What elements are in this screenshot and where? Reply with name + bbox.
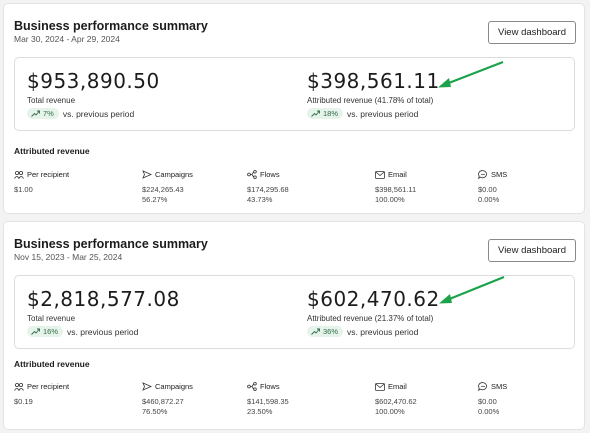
column-percent: 100.00% bbox=[375, 407, 405, 416]
people-icon bbox=[14, 170, 24, 179]
column-value: $0.00 bbox=[478, 397, 497, 406]
send-icon bbox=[142, 382, 152, 391]
column-label: SMS bbox=[491, 170, 508, 179]
column-value: $398,561.11 bbox=[375, 185, 417, 194]
trend-up-icon bbox=[31, 110, 40, 117]
per-recipient-column: Per recipient $1.00 bbox=[14, 170, 69, 195]
date-range: Nov 15, 2023 - Mar 25, 2024 bbox=[14, 252, 123, 262]
sms-column: SMS $0.00 0.00% bbox=[478, 170, 507, 205]
trend-up-icon bbox=[311, 328, 320, 335]
annotation-arrow bbox=[439, 275, 505, 304]
trend-up-icon bbox=[311, 110, 320, 117]
column-percent: 76.50% bbox=[142, 407, 168, 416]
trend-up-icon bbox=[31, 328, 40, 335]
column-percent: 23.50% bbox=[247, 407, 273, 416]
attributed-revenue-value: $398,561.11 bbox=[307, 69, 440, 93]
total-revenue-change: 7% vs. previous period bbox=[27, 108, 160, 119]
send-icon bbox=[142, 170, 152, 179]
column-percent: 43.73% bbox=[247, 195, 273, 204]
view-dashboard-button[interactable]: View dashboard bbox=[488, 239, 576, 262]
total-revenue-value: $953,890.50 bbox=[27, 69, 160, 93]
change-suffix: vs. previous period bbox=[347, 108, 419, 119]
column-label: Email bbox=[388, 382, 407, 391]
attributed-revenue-section-title: Attributed revenue bbox=[14, 146, 90, 156]
total-revenue-label: Total revenue bbox=[27, 96, 76, 105]
total-revenue-change: 16% vs. previous period bbox=[27, 326, 180, 337]
revenue-summary-panel: $2,818,577.08 Total revenue 16% vs. prev… bbox=[14, 275, 575, 349]
column-label: Flows bbox=[260, 170, 280, 179]
attributed-revenue-metric: $602,470.62 Attributed revenue (21.37% o… bbox=[307, 285, 440, 337]
column-value: $0.00 bbox=[478, 185, 497, 194]
total-revenue-metric: $2,818,577.08 Total revenue 16% vs. prev… bbox=[27, 285, 180, 337]
performance-summary-card: Business performance summary Mar 30, 202… bbox=[3, 3, 585, 214]
card-title: Business performance summary bbox=[14, 19, 208, 33]
change-suffix: vs. previous period bbox=[347, 326, 419, 337]
column-label: SMS bbox=[491, 382, 508, 391]
people-icon bbox=[14, 382, 24, 391]
flows-icon bbox=[247, 382, 257, 391]
total-revenue-value: $2,818,577.08 bbox=[27, 287, 180, 311]
change-percent: 7% bbox=[43, 109, 54, 118]
change-badge: 7% bbox=[27, 108, 59, 119]
change-percent: 36% bbox=[323, 327, 339, 336]
email-column: Email $602,470.62 100.00% bbox=[375, 382, 417, 417]
column-label: Campaigns bbox=[155, 382, 193, 391]
column-value: $224,265.43 bbox=[142, 185, 184, 194]
attributed-revenue-value: $602,470.62 bbox=[307, 287, 440, 311]
column-value: $174,295.68 bbox=[247, 185, 289, 194]
sms-icon bbox=[478, 170, 487, 179]
per-recipient-column: Per recipient $0.19 bbox=[14, 382, 69, 407]
performance-summary-card: Business performance summary Nov 15, 202… bbox=[3, 221, 585, 430]
change-badge: 36% bbox=[307, 326, 344, 337]
change-percent: 16% bbox=[43, 327, 59, 336]
column-percent: 0.00% bbox=[478, 407, 500, 416]
email-icon bbox=[375, 382, 385, 391]
column-label: Per recipient bbox=[27, 170, 70, 179]
change-suffix: vs. previous period bbox=[62, 108, 135, 119]
annotation-arrow bbox=[438, 60, 504, 88]
view-dashboard-button[interactable]: View dashboard bbox=[488, 21, 576, 44]
column-percent: 56.27% bbox=[142, 195, 168, 204]
sms-icon bbox=[478, 382, 487, 391]
campaigns-column: Campaigns $224,265.43 56.27% bbox=[142, 170, 193, 205]
attributed-revenue-label: Attributed revenue (21.37% of total) bbox=[307, 314, 434, 323]
flows-column: Flows $141,598.35 23.50% bbox=[247, 382, 289, 417]
attributed-revenue-change: 36% vs. previous period bbox=[307, 326, 440, 337]
total-revenue-metric: $953,890.50 Total revenue 7% vs. previou… bbox=[27, 67, 160, 119]
card-title: Business performance summary bbox=[14, 237, 208, 251]
column-value: $0.19 bbox=[14, 397, 33, 406]
revenue-summary-panel: $953,890.50 Total revenue 7% vs. previou… bbox=[14, 57, 575, 131]
sms-column: SMS $0.00 0.00% bbox=[478, 382, 507, 417]
email-icon bbox=[375, 170, 385, 179]
attributed-revenue-section-title: Attributed revenue bbox=[14, 359, 90, 369]
column-percent: 100.00% bbox=[375, 195, 405, 204]
column-percent: 0.00% bbox=[478, 195, 500, 204]
column-label: Email bbox=[388, 170, 407, 179]
change-badge: 18% bbox=[307, 108, 344, 119]
column-value: $460,872.27 bbox=[142, 397, 184, 406]
campaigns-column: Campaigns $460,872.27 76.50% bbox=[142, 382, 193, 417]
date-range: Mar 30, 2024 - Apr 29, 2024 bbox=[14, 34, 120, 44]
attributed-revenue-metric: $398,561.11 Attributed revenue (41.78% o… bbox=[307, 67, 440, 119]
attributed-revenue-label: Attributed revenue (41.78% of total) bbox=[307, 96, 434, 105]
email-column: Email $398,561.11 100.00% bbox=[375, 170, 416, 205]
flows-icon bbox=[247, 170, 257, 179]
column-label: Per recipient bbox=[27, 382, 70, 391]
column-value: $141,598.35 bbox=[247, 397, 289, 406]
total-revenue-label: Total revenue bbox=[27, 314, 76, 323]
attributed-revenue-change: 18% vs. previous period bbox=[307, 108, 440, 119]
column-label: Flows bbox=[260, 382, 280, 391]
column-label: Campaigns bbox=[155, 170, 193, 179]
column-value: $602,470.62 bbox=[375, 397, 417, 406]
change-percent: 18% bbox=[323, 109, 339, 118]
change-suffix: vs. previous period bbox=[67, 326, 139, 337]
change-badge: 16% bbox=[27, 326, 64, 337]
column-value: $1.00 bbox=[14, 185, 33, 194]
flows-column: Flows $174,295.68 43.73% bbox=[247, 170, 289, 205]
